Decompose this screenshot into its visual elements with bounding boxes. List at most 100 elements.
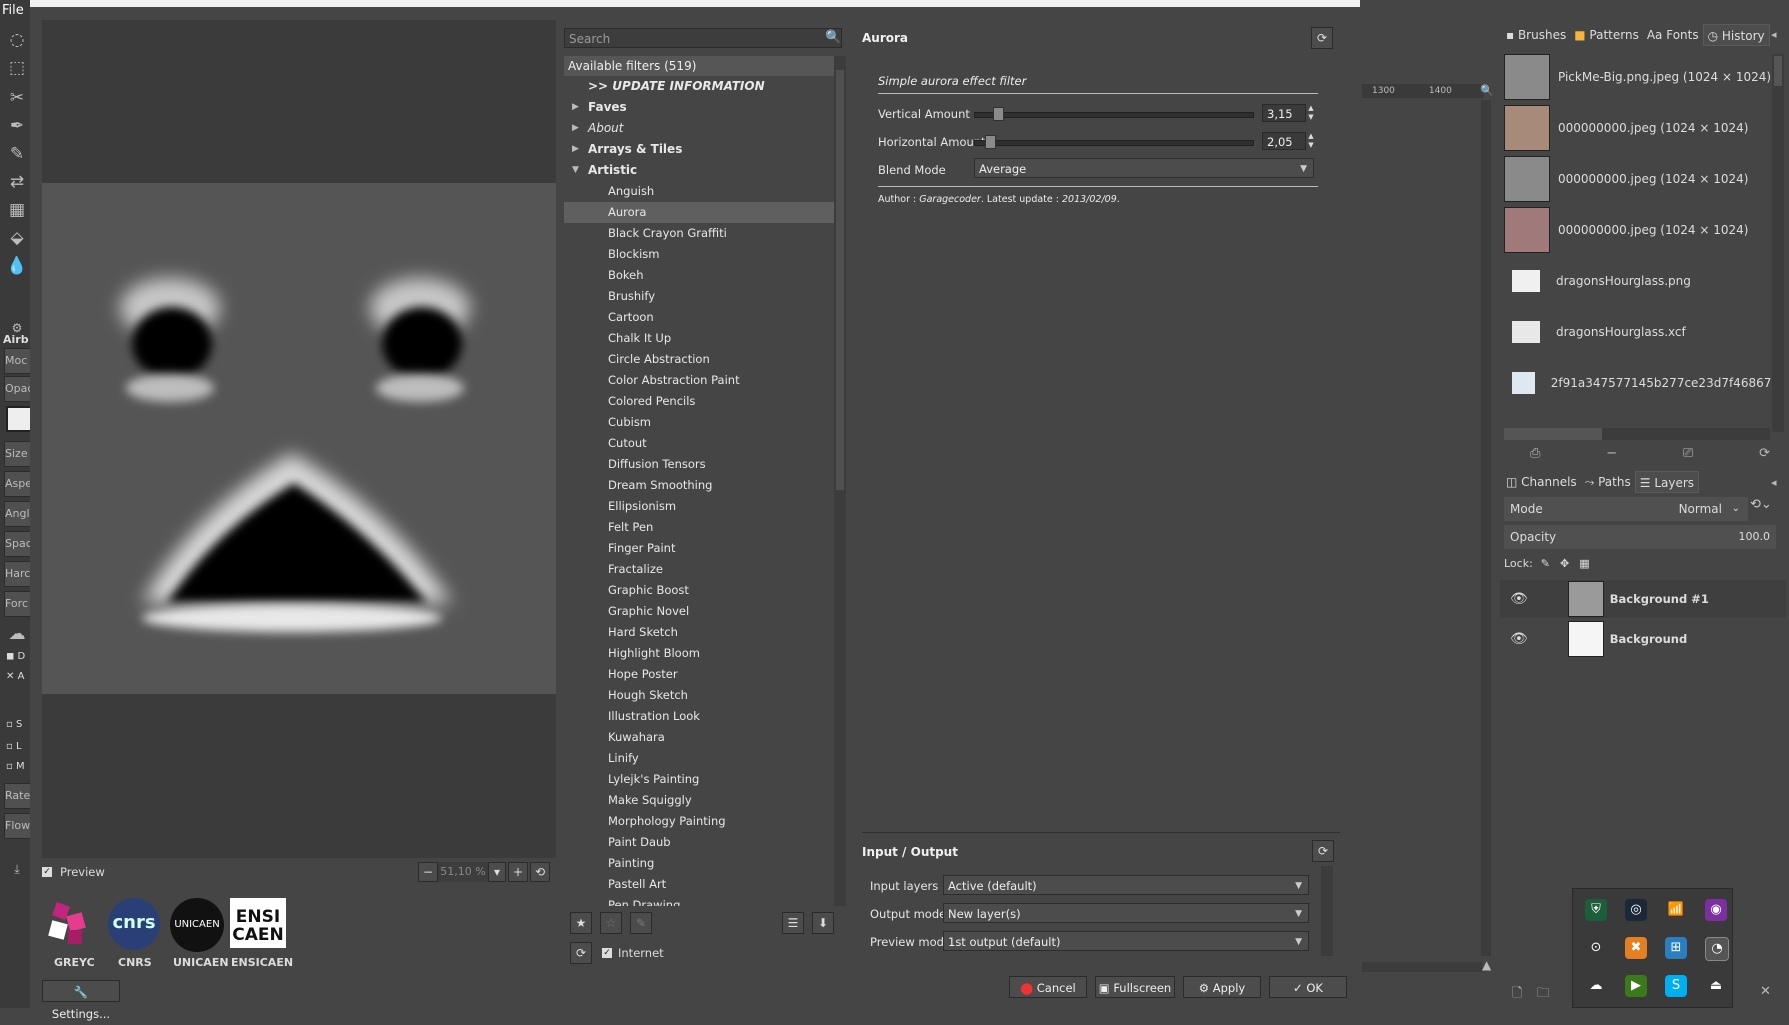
opacity-field[interactable]: Opacity 100.0 — [1504, 525, 1776, 549]
shield-icon[interactable]: ⛨ — [1585, 899, 1607, 921]
refresh-icon[interactable]: ⟳ — [1759, 446, 1770, 461]
filter-item[interactable]: Linify — [564, 748, 834, 769]
collapsed-triangle-icon[interactable]: ▶ — [572, 118, 579, 139]
preview-checkbox-icon[interactable]: ✓ — [42, 867, 52, 877]
filter-search-input[interactable]: Search — [564, 28, 842, 48]
bucket-tool-icon[interactable]: ⬙ — [4, 226, 30, 250]
filter-item[interactable]: Color Abstraction Paint — [564, 370, 834, 391]
safely-remove-icon[interactable]: ⏏ — [1705, 975, 1727, 997]
gradient-tool-icon[interactable]: ▦ — [4, 198, 30, 222]
vertical-amount-slider[interactable] — [974, 112, 1254, 118]
wifi-icon[interactable]: 📶 — [1665, 899, 1687, 921]
history-item[interactable]: dragonsHourglass.png — [1504, 256, 1779, 306]
expand-collapse-icon[interactable]: ⬇ — [812, 912, 834, 934]
lock-position-icon[interactable]: ✥ — [1560, 557, 1569, 570]
filter-item[interactable]: Cartoon — [564, 307, 834, 328]
lock-pixels-icon[interactable]: ✎ — [1541, 557, 1550, 570]
smooth-check[interactable]: ▫ S — [6, 719, 22, 730]
filter-category[interactable]: ▼ Artistic — [564, 160, 834, 181]
filter-item[interactable]: Dream Smoothing — [564, 475, 834, 496]
delete-layer-icon[interactable]: ✕ — [1760, 984, 1771, 999]
filter-tree[interactable]: >> UPDATE INFORMATION ▶ Faves ▶ About ▶ Arrays… — [564, 76, 834, 906]
nvidia-icon[interactable]: ▶ — [1625, 975, 1647, 997]
filter-item[interactable]: Aurora — [564, 202, 834, 223]
save-options-icon[interactable]: ⤓ — [4, 857, 30, 881]
lasso-tool-icon[interactable]: ◌ — [4, 28, 30, 52]
remove-fave-icon[interactable]: ☆ — [600, 912, 622, 934]
filter-item[interactable]: Cubism — [564, 412, 834, 433]
filter-item[interactable]: Pen Drawing — [564, 895, 834, 906]
dynamics-check[interactable]: ◼ D — [6, 651, 25, 662]
filter-item[interactable]: Hard Sketch — [564, 622, 834, 643]
filter-item[interactable]: Highlight Bloom — [564, 643, 834, 664]
dock-menu-icon[interactable]: ◂ — [1771, 28, 1777, 41]
history-hscroll[interactable] — [1504, 428, 1770, 440]
horizontal-amount-slider[interactable] — [974, 140, 1254, 146]
steam-icon[interactable]: ◎ — [1625, 899, 1647, 921]
tab-brushes[interactable]: ▪ Brushes — [1502, 24, 1570, 46]
filter-item[interactable]: Paint Daub — [564, 832, 834, 853]
cancel-button[interactable]: ⬤ Cancel — [1009, 976, 1087, 998]
skype-icon[interactable]: S — [1665, 975, 1687, 997]
vertical-amount-stepper[interactable]: ▲ ▼ — [1306, 104, 1316, 122]
redo-icon[interactable]: − — [1606, 446, 1617, 461]
brush-swatch[interactable] — [6, 406, 32, 432]
apply-button[interactable]: ⚙ Apply — [1183, 976, 1261, 998]
search-icon[interactable]: 🔍 — [825, 30, 841, 45]
new-group-icon[interactable]: 🗀 — [1536, 984, 1549, 1006]
history-item[interactable]: 2f91a347577145b277ce23d7f468675 — [1504, 358, 1779, 408]
filter-item[interactable]: Graphic Boost — [564, 580, 834, 601]
filter-item[interactable]: Black Crayon Graffiti — [564, 223, 834, 244]
filter-item[interactable]: Chalk It Up — [564, 328, 834, 349]
dock-menu-icon[interactable]: ◂ — [1771, 476, 1777, 489]
zoom-value[interactable]: 51,10 % — [438, 862, 488, 882]
paint-tool-icon[interactable]: ✎ — [4, 142, 30, 166]
fullscreen-button[interactable]: ▣ Fullscreen — [1095, 976, 1175, 998]
filter-item[interactable]: Bokeh — [564, 265, 834, 286]
blender-icon[interactable]: ✖ — [1625, 937, 1647, 959]
network-icon[interactable]: ⊞ — [1665, 937, 1687, 959]
nav-arrow-icon[interactable]: ▲ — [1482, 958, 1491, 972]
io-scrollbar[interactable] — [1321, 866, 1333, 956]
filter-item[interactable]: Felt Pen — [564, 517, 834, 538]
filter-item[interactable]: Hough Sketch — [564, 685, 834, 706]
filter-item[interactable]: Anguish — [564, 181, 834, 202]
filter-item[interactable]: Colored Pencils — [564, 391, 834, 412]
collapsed-triangle-icon[interactable]: ▶ — [572, 139, 579, 160]
layer-mode-select[interactable]: Mode Normal ⌄ — [1504, 497, 1748, 521]
filter-item[interactable]: Lylejk's Painting — [564, 769, 834, 790]
tab-history[interactable]: ◷ History — [1702, 24, 1770, 46]
file-menu[interactable]: File — [2, 3, 24, 18]
filter-list-scroll-thumb[interactable] — [836, 70, 844, 490]
history-vscroll[interactable] — [1772, 54, 1784, 432]
history-item[interactable]: PickMe-Big.png.jpeg (1024 × 1024) — [1504, 52, 1779, 102]
filter-item[interactable]: Diffusion Tensors — [564, 454, 834, 475]
eye-icon[interactable]: 👁 — [1510, 591, 1528, 607]
chrome-icon[interactable]: ◔ — [1705, 937, 1729, 961]
new-layer-icon[interactable]: 🗋 — [1512, 984, 1522, 1006]
scissors-tool-icon[interactable]: ✂ — [4, 86, 30, 110]
cloud-icon[interactable]: ☁ — [1585, 975, 1607, 997]
horizontal-amount-slider-handle[interactable] — [985, 135, 997, 149]
filter-category[interactable]: ▶ About — [564, 118, 834, 139]
filter-item[interactable]: Brushify — [564, 286, 834, 307]
filter-category[interactable]: >> UPDATE INFORMATION — [564, 76, 834, 97]
filter-item[interactable]: Circle Abstraction — [564, 349, 834, 370]
lock-alpha-icon[interactable]: ▦ — [1579, 557, 1589, 570]
preview-toggle[interactable]: ✓ Preview — [42, 865, 105, 879]
filter-list-header[interactable]: Available filters (519) — [564, 56, 834, 76]
vertical-scrollbar[interactable] — [1481, 100, 1491, 956]
input-layers-select[interactable]: Active (default) ▼ — [943, 875, 1309, 895]
filter-category[interactable]: ▶ Arrays & Tiles — [564, 139, 834, 160]
zoom-in-icon[interactable]: + — [508, 862, 528, 882]
incremental-check[interactable]: ▫ M — [6, 761, 25, 772]
layer-row[interactable]: 👁 Background — [1500, 620, 1786, 658]
filter-item[interactable]: Hope Poster — [564, 664, 834, 685]
vertical-amount-spinbox[interactable]: 3,15 — [1262, 104, 1306, 122]
dynamics-icon[interactable]: ☁ — [4, 622, 30, 646]
zoom-out-icon[interactable]: − — [418, 862, 438, 882]
ok-button[interactable]: ✓ OK — [1269, 976, 1347, 998]
filter-item[interactable]: Make Squiggly — [564, 790, 834, 811]
internet-checkbox-icon[interactable]: ✓ — [602, 948, 612, 958]
rename-fave-icon[interactable]: ✎ — [630, 912, 652, 934]
